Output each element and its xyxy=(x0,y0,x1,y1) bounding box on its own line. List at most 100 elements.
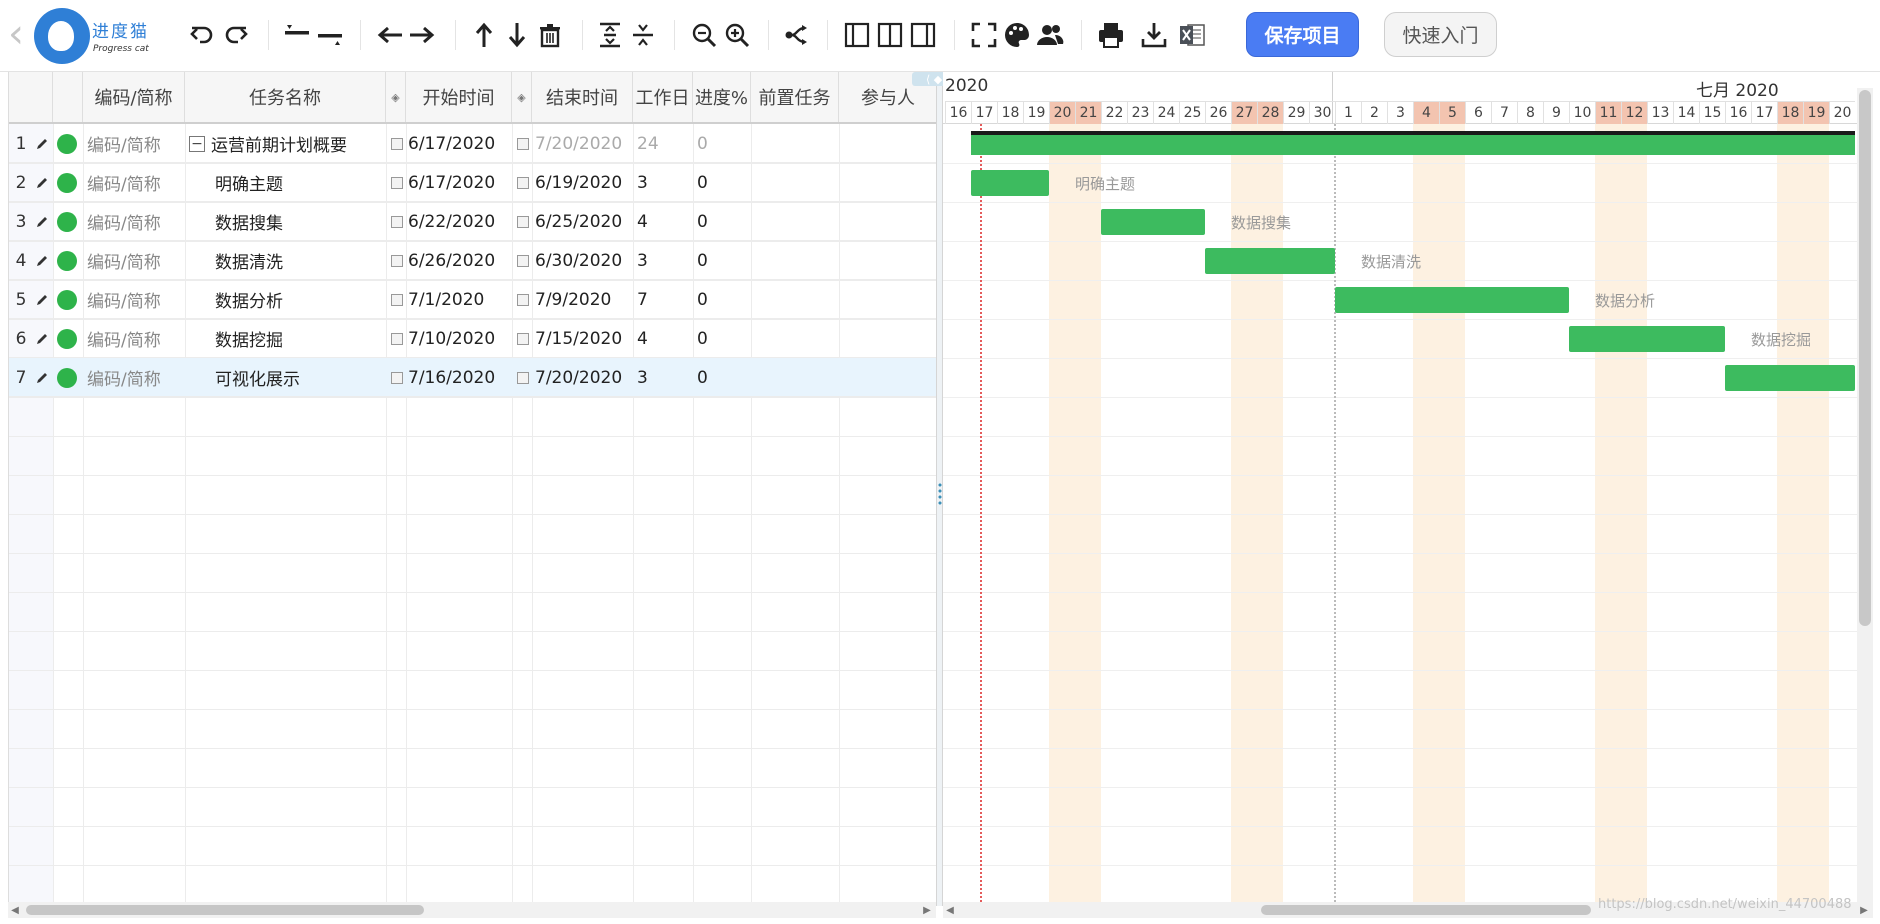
header-code[interactable]: 编码/简称 xyxy=(83,72,185,122)
end-checkbox[interactable] xyxy=(517,202,531,241)
task-name-cell[interactable]: 可视化展示 xyxy=(215,358,405,397)
task-name-cell[interactable]: 数据分析 xyxy=(215,280,405,319)
start-date[interactable]: 7/10/2020 xyxy=(408,319,512,358)
gantt-vertical-scrollbar[interactable] xyxy=(1857,88,1873,906)
end-date[interactable]: 7/15/2020 xyxy=(535,319,633,358)
gantt-body[interactable]: 明确主题 数据搜集 数据清洗 数据分析 数据挖掘 xyxy=(943,124,1857,906)
end-checkbox[interactable] xyxy=(517,241,531,280)
progress[interactable]: 0 xyxy=(697,358,751,397)
task-bar[interactable] xyxy=(1101,209,1205,235)
task-code[interactable]: 编码/简称 xyxy=(87,124,185,163)
end-date[interactable]: 7/20/2020 xyxy=(535,358,633,397)
workdays[interactable]: 4 xyxy=(637,319,693,358)
table-row[interactable]: 6 编码/简称 数据挖掘 7/10/2020 7/15/2020 4 0 xyxy=(9,319,936,358)
participants[interactable] xyxy=(839,124,936,163)
workdays[interactable]: 3 xyxy=(637,163,693,202)
users-icon[interactable] xyxy=(1034,18,1066,52)
collapse-rows-icon[interactable] xyxy=(627,18,659,52)
participants[interactable] xyxy=(839,358,936,397)
gantt-scroll-right-icon[interactable]: ▶ xyxy=(1857,902,1871,918)
progress[interactable]: 0 xyxy=(697,319,751,358)
task-name-cell[interactable]: 数据搜集 xyxy=(215,202,405,241)
header-predecessor[interactable]: 前置任务 xyxy=(751,72,839,122)
workdays[interactable]: 4 xyxy=(637,202,693,241)
workdays[interactable]: 3 xyxy=(637,241,693,280)
task-name-cell[interactable]: − 运营前期计划概要 xyxy=(189,124,379,163)
start-checkbox[interactable] xyxy=(391,124,405,163)
expand-rows-icon[interactable] xyxy=(594,18,626,52)
task-name-cell[interactable]: 数据挖掘 xyxy=(215,319,405,358)
link-icon[interactable] xyxy=(781,18,813,52)
start-checkbox[interactable] xyxy=(391,280,405,319)
predecessor[interactable] xyxy=(751,124,839,163)
table-row[interactable]: 4 编码/简称 数据清洗 6/26/2020 6/30/2020 3 0 xyxy=(9,241,936,280)
excel-icon[interactable] xyxy=(1176,18,1208,52)
edit-pencil-icon[interactable] xyxy=(35,358,53,397)
gantt-scroll-thumb[interactable] xyxy=(1261,905,1591,915)
move-down-icon[interactable] xyxy=(501,18,533,52)
table-row[interactable]: 5 编码/简称 数据分析 7/1/2020 7/9/2020 7 0 xyxy=(9,280,936,319)
start-date[interactable]: 6/17/2020 xyxy=(408,124,512,163)
edit-pencil-icon[interactable] xyxy=(35,241,53,280)
participants[interactable] xyxy=(839,163,936,202)
task-bar[interactable] xyxy=(1569,326,1725,352)
task-code[interactable]: 编码/简称 xyxy=(87,319,185,358)
start-checkbox[interactable] xyxy=(391,163,405,202)
quick-start-button[interactable]: 快速入门 xyxy=(1384,12,1497,57)
header-end-time[interactable]: 结束时间 xyxy=(532,72,633,122)
task-code[interactable]: 编码/简称 xyxy=(87,358,185,397)
summary-bar[interactable] xyxy=(971,131,1855,155)
collapse-icon[interactable]: − xyxy=(189,135,205,152)
scroll-right-icon[interactable]: ▶ xyxy=(920,902,934,918)
progress[interactable]: 0 xyxy=(697,124,751,163)
table-row[interactable]: 7 编码/简称 可视化展示 7/16/2020 7/20/2020 3 0 xyxy=(9,358,936,397)
end-checkbox[interactable] xyxy=(517,163,531,202)
header-progress[interactable]: 进度% xyxy=(693,72,751,122)
start-checkbox[interactable] xyxy=(391,319,405,358)
delete-icon[interactable] xyxy=(534,18,566,52)
start-date[interactable]: 6/17/2020 xyxy=(408,163,512,202)
outdent-icon[interactable] xyxy=(314,18,346,52)
progress[interactable]: 0 xyxy=(697,241,751,280)
participants[interactable] xyxy=(839,319,936,358)
task-bar[interactable] xyxy=(1725,365,1855,391)
splitter-handle-icon[interactable] xyxy=(938,482,942,506)
predecessor[interactable] xyxy=(751,319,839,358)
end-date[interactable]: 6/30/2020 xyxy=(535,241,633,280)
zoom-out-icon[interactable] xyxy=(688,18,720,52)
table-row[interactable]: 2 编码/简称 明确主题 6/17/2020 6/19/2020 3 0 xyxy=(9,163,936,202)
edit-pencil-icon[interactable] xyxy=(35,202,53,241)
task-code[interactable]: 编码/简称 xyxy=(87,280,185,319)
predecessor[interactable] xyxy=(751,358,839,397)
participants[interactable] xyxy=(839,202,936,241)
table-row[interactable]: 1 编码/简称 − 运营前期计划概要 6/17/2020 7/20/2020 24 0 xyxy=(9,124,936,163)
table-row[interactable]: 3 编码/简称 数据搜集 6/22/2020 6/25/2020 4 0 xyxy=(9,202,936,241)
end-checkbox[interactable] xyxy=(517,319,531,358)
task-code[interactable]: 编码/简称 xyxy=(87,202,185,241)
predecessor[interactable] xyxy=(751,202,839,241)
end-date[interactable]: 7/20/2020 xyxy=(535,124,633,163)
end-date[interactable]: 6/25/2020 xyxy=(535,202,633,241)
start-date[interactable]: 7/16/2020 xyxy=(408,358,512,397)
start-date[interactable]: 6/22/2020 xyxy=(408,202,512,241)
download-icon[interactable] xyxy=(1138,18,1170,52)
zoom-in-icon[interactable] xyxy=(721,18,753,52)
end-date[interactable]: 7/9/2020 xyxy=(535,280,633,319)
pane-splitter[interactable] xyxy=(936,72,943,906)
progress[interactable]: 0 xyxy=(697,280,751,319)
redo-icon[interactable] xyxy=(220,18,252,52)
task-name-cell[interactable]: 明确主题 xyxy=(215,163,405,202)
predecessor[interactable] xyxy=(751,241,839,280)
task-code[interactable]: 编码/简称 xyxy=(87,163,185,202)
workdays[interactable]: 24 xyxy=(637,124,693,163)
participants[interactable] xyxy=(839,241,936,280)
task-code[interactable]: 编码/简称 xyxy=(87,241,185,280)
grid-scroll-thumb[interactable] xyxy=(26,905,424,915)
start-date[interactable]: 7/1/2020 xyxy=(408,280,512,319)
palette-icon[interactable] xyxy=(1001,18,1033,52)
edit-pencil-icon[interactable] xyxy=(35,280,53,319)
end-date[interactable]: 6/19/2020 xyxy=(535,163,633,202)
layout-chart-icon[interactable] xyxy=(907,18,939,52)
layout-grid-icon[interactable] xyxy=(841,18,873,52)
task-bar[interactable] xyxy=(1335,287,1569,313)
